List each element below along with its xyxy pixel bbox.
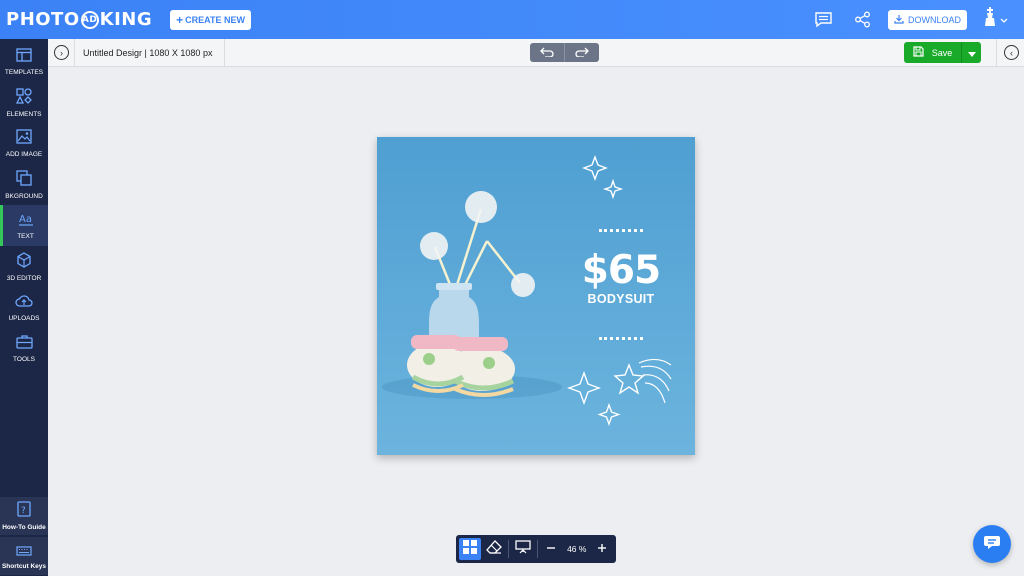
text-icon: Aa [18,212,34,231]
share-icon[interactable] [852,9,874,31]
floppy-disk-icon [913,46,924,59]
upload-icon [15,294,33,313]
save-label: Save [931,47,953,58]
create-new-button[interactable]: + CREATE NEW [170,9,251,30]
download-label: DOWNLOAD [907,14,961,25]
account-menu[interactable] [983,7,1008,32]
elements-icon [15,87,32,109]
comments-icon[interactable] [813,9,835,31]
sidebar-item-add-image[interactable]: ADD IMAGE [0,123,48,164]
grid-icon [462,539,478,560]
chess-king-avatar-icon [983,7,997,32]
sidebar-item-uploads[interactable]: UPLOADS [0,287,48,328]
save-button[interactable]: Save [904,46,961,59]
shortcut-keys-label: Shortcut Keys [1,562,47,570]
sidebar-item-label: ADD IMAGE [5,151,43,158]
how-to-guide-label: How-To Guide [2,524,46,531]
add-image-icon [16,129,32,149]
save-button-group: Save [904,42,981,63]
sidebar-item-text[interactable]: Aa TEXT [0,205,48,246]
toolbox-icon [15,334,33,354]
zoom-out-button[interactable] [541,538,563,560]
sidebar-item-tools[interactable]: TOOLS [0,328,48,369]
redo-icon [575,44,589,62]
download-button[interactable]: DOWNLOAD [887,9,967,30]
plus-icon: + [176,12,184,27]
bottom-divider [536,540,538,558]
chat-icon [983,534,1001,555]
sidebar: TEMPLATES ELEMENTS ADD IMAGE BKGROUND Aa… [0,39,48,576]
logo[interactable]: PHOTO AD KING [6,9,152,30]
sidebar-item-label: BKGROUND [5,192,43,200]
help-icon: ? [17,501,31,522]
dotted-divider-bottom [599,337,643,340]
chat-support-button[interactable] [973,525,1011,563]
zoom-in-button[interactable] [591,538,613,560]
sidebar-item-label: TEXT [17,232,34,240]
logo-text-right: KING [99,9,153,30]
background-icon [16,169,32,191]
bottom-toolbar: 46 % [456,535,616,563]
eraser-icon [486,539,503,559]
minus-icon [546,540,556,558]
sidebar-item-templates[interactable]: TEMPLATES [0,41,48,82]
sidebar-item-background[interactable]: BKGROUND [0,164,48,205]
chevron-right-icon: › [60,47,63,58]
toolbar-divider [996,39,997,67]
design-name[interactable]: Untitled Desigr | 1080 X 1080 px [83,48,212,58]
save-options-dropdown[interactable] [961,42,981,63]
sidebar-item-label: TEMPLATES [4,68,44,76]
keyboard-icon [16,543,32,561]
zoom-level: 46 % [567,544,587,554]
undo-redo-group [530,43,599,62]
sidebar-item-label: UPLOADS [8,314,40,322]
undo-button[interactable] [530,43,564,62]
editor-toolbar: › Untitled Desigr | 1080 X 1080 px Save … [48,39,1024,67]
price-text[interactable]: $65 [577,251,665,290]
dotted-divider-top [599,229,643,232]
top-bar: PHOTO AD KING + CREATE NEW DOWNLOAD [0,0,1024,39]
presentation-icon [515,539,531,559]
sidebar-item-label: TOOLS [13,356,35,363]
chevron-left-icon: ‹ [1010,47,1013,58]
redo-button[interactable] [564,43,599,62]
shortcut-keys-button[interactable]: Shortcut Keys [0,537,48,575]
how-to-guide-button[interactable]: ? How-To Guide [0,497,48,535]
design-name-text: Untitled Desigr [83,47,143,58]
sidebar-item-label: 3D EDITOR [6,274,42,282]
create-new-label: CREATE NEW [185,14,245,25]
expand-sidebar-button[interactable]: › [54,45,69,60]
sidebar-item-3d-editor[interactable]: 3D EDITOR [0,246,48,287]
cube-icon [16,251,32,273]
presentation-button[interactable] [512,538,534,560]
collapse-panel-button[interactable]: ‹ [1004,45,1019,60]
undo-icon [540,44,554,62]
chevron-down-icon [1000,11,1008,29]
plus-icon [597,540,607,558]
toolbar-divider [74,39,75,67]
logo-text-left: PHOTO [6,9,80,30]
eraser-button[interactable] [484,538,506,560]
toolbar-divider [224,39,225,67]
download-icon [894,14,904,26]
design-size: 1080 X 1080 px [149,47,213,58]
svg-text:Aa: Aa [19,214,32,225]
design-canvas[interactable]: $65 BODYSUIT [377,137,695,455]
grid-view-button[interactable] [459,538,481,560]
templates-icon [16,47,32,67]
svg-text:?: ? [21,506,26,516]
logo-mark: AD [80,10,99,29]
price-text-group[interactable]: $65 BODYSUIT [577,251,665,306]
bottom-divider [508,540,510,558]
product-text[interactable]: BODYSUIT [577,292,665,306]
sidebar-item-label: ELEMENTS [6,110,42,118]
sidebar-item-elements[interactable]: ELEMENTS [0,82,48,123]
caret-down-icon [967,44,976,62]
